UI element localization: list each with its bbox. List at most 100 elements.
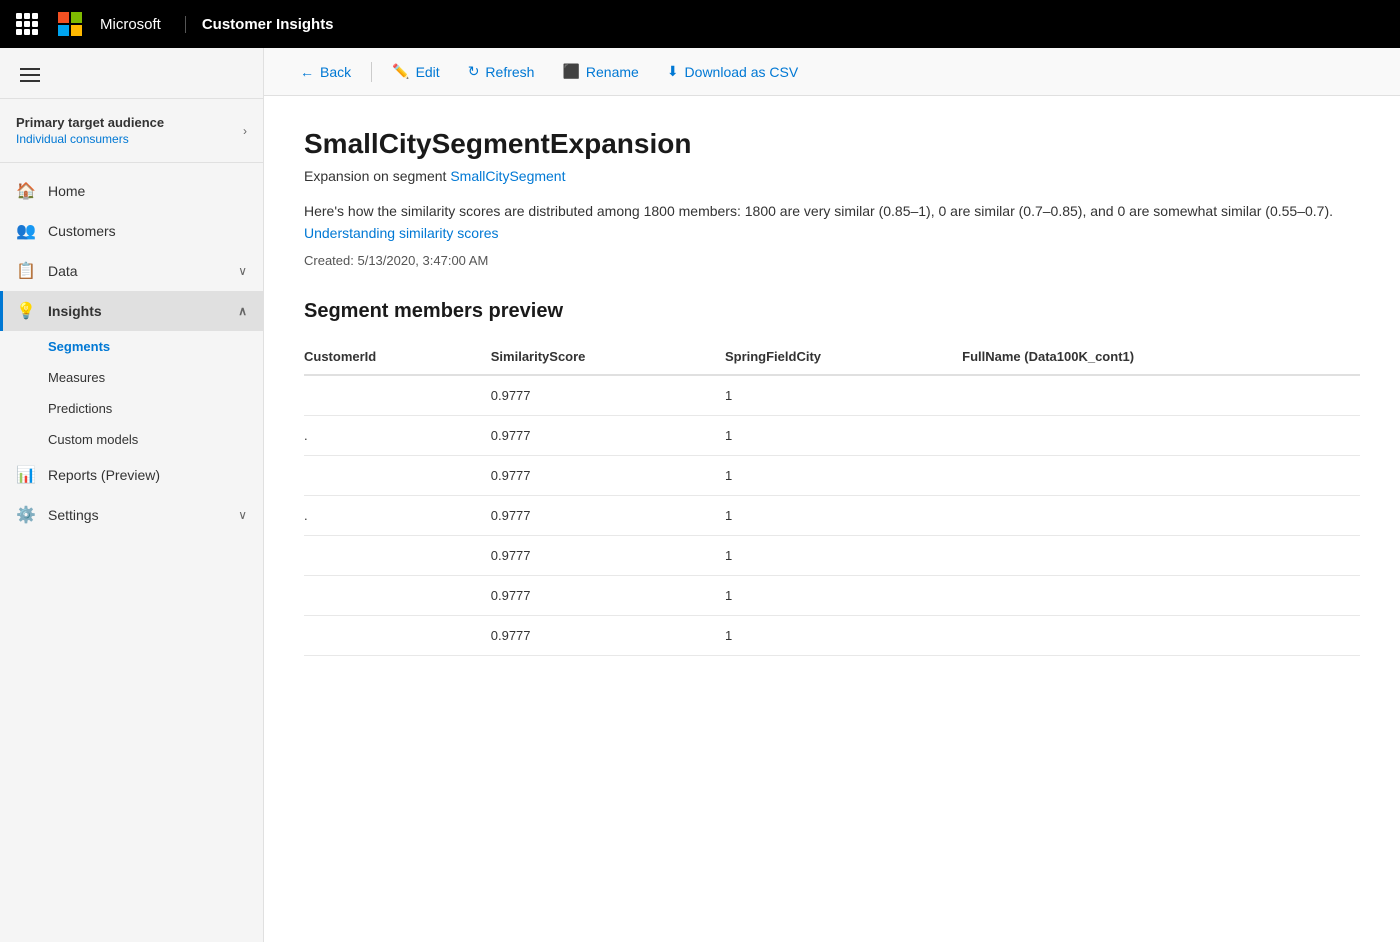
cell-fullname — [962, 535, 1360, 575]
sidebar-item-data-label: Data — [48, 263, 78, 279]
reports-icon: 📊 — [16, 465, 36, 485]
edit-icon: ✏️ — [392, 63, 409, 80]
similarity-scores-link[interactable]: Understanding similarity scores — [304, 225, 499, 241]
table-row: 0.9777 1 — [304, 615, 1360, 655]
members-table: CustomerId SimilarityScore SpringFieldCi… — [304, 339, 1360, 656]
hamburger-menu[interactable] — [16, 64, 247, 86]
refresh-button[interactable]: ↻ Refresh — [456, 57, 547, 86]
audience-section: Primary target audience Individual consu… — [0, 99, 263, 163]
cell-city: 1 — [725, 535, 962, 575]
nav-items: 🏠 Home 👥 Customers 📋 Data ∨ 💡 Insights ∧ — [0, 163, 263, 942]
cell-similarity: 0.9777 — [491, 495, 725, 535]
sidebar-item-predictions-label: Predictions — [48, 401, 112, 416]
refresh-icon: ↻ — [468, 63, 480, 80]
layout: Primary target audience Individual consu… — [0, 48, 1400, 942]
toolbar-separator — [371, 62, 372, 82]
cell-customer-id — [304, 535, 491, 575]
sidebar-item-segments-label: Segments — [48, 339, 110, 354]
sidebar-item-settings[interactable]: ⚙️ Settings ∨ — [0, 495, 263, 535]
cell-city: 1 — [725, 575, 962, 615]
cell-fullname — [962, 455, 1360, 495]
data-chevron-icon: ∨ — [238, 264, 247, 278]
top-nav: Microsoft Customer Insights — [0, 0, 1400, 48]
edit-button[interactable]: ✏️ Edit — [380, 57, 452, 86]
sidebar-item-insights[interactable]: 💡 Insights ∧ — [0, 291, 263, 331]
sidebar-item-reports-label: Reports (Preview) — [48, 467, 160, 483]
col-fullname: FullName (Data100K_cont1) — [962, 339, 1360, 375]
insights-chevron-icon: ∧ — [238, 304, 247, 318]
rename-label: Rename — [586, 64, 639, 80]
sidebar-item-measures-label: Measures — [48, 370, 105, 385]
sidebar-item-measures[interactable]: Measures — [0, 362, 263, 393]
back-button[interactable]: ← Back — [288, 58, 363, 86]
cell-customer-id: . — [304, 415, 491, 455]
cell-fullname — [962, 495, 1360, 535]
preview-title: Segment members preview — [304, 300, 1360, 323]
microsoft-logo — [58, 12, 82, 36]
audience-row[interactable]: Primary target audience Individual consu… — [16, 115, 247, 146]
waffle-icon[interactable] — [16, 13, 38, 35]
audience-chevron-icon: › — [243, 124, 247, 138]
back-label: Back — [320, 64, 351, 80]
content-area: SmallCitySegmentExpansion Expansion on s… — [264, 96, 1400, 942]
table-row: 0.9777 1 — [304, 375, 1360, 416]
sidebar: Primary target audience Individual consu… — [0, 48, 264, 942]
segment-title: SmallCitySegmentExpansion — [304, 128, 1360, 160]
sidebar-item-customers[interactable]: 👥 Customers — [0, 211, 263, 251]
sidebar-item-custom-models[interactable]: Custom models — [0, 424, 263, 455]
cell-similarity: 0.9777 — [491, 375, 725, 416]
download-button[interactable]: ⬇ Download as CSV — [655, 57, 810, 86]
table-row: . 0.9777 1 — [304, 415, 1360, 455]
cell-customer-id — [304, 575, 491, 615]
rename-button[interactable]: ⬛ Rename — [550, 57, 650, 86]
table-row: 0.9777 1 — [304, 535, 1360, 575]
settings-chevron-icon: ∨ — [238, 508, 247, 522]
cell-customer-id — [304, 375, 491, 416]
subtitle-prefix: Expansion on segment — [304, 168, 450, 184]
cell-city: 1 — [725, 415, 962, 455]
cell-similarity: 0.9777 — [491, 535, 725, 575]
refresh-label: Refresh — [485, 64, 534, 80]
sidebar-item-customers-label: Customers — [48, 223, 116, 239]
rename-icon: ⬛ — [562, 63, 579, 80]
table-row: . 0.9777 1 — [304, 495, 1360, 535]
insights-icon: 💡 — [16, 301, 36, 321]
data-icon: 📋 — [16, 261, 36, 281]
col-similarity: SimilarityScore — [491, 339, 725, 375]
brand-name: Microsoft — [100, 16, 161, 33]
cell-similarity: 0.9777 — [491, 575, 725, 615]
cell-customer-id — [304, 455, 491, 495]
main-content: ← Back ✏️ Edit ↻ Refresh ⬛ Rename ⬇ Down… — [264, 48, 1400, 942]
segment-subtitle: Expansion on segment SmallCitySegment — [304, 168, 1360, 184]
table-row: 0.9777 1 — [304, 575, 1360, 615]
sidebar-item-predictions[interactable]: Predictions — [0, 393, 263, 424]
back-icon: ← — [300, 64, 314, 80]
app-name: Customer Insights — [185, 16, 334, 33]
sidebar-item-insights-label: Insights — [48, 303, 102, 319]
audience-label: Primary target audience — [16, 115, 164, 130]
sidebar-item-segments[interactable]: Segments — [0, 331, 263, 362]
subtitle-link[interactable]: SmallCitySegment — [450, 168, 565, 184]
cell-fullname — [962, 375, 1360, 416]
sidebar-item-data[interactable]: 📋 Data ∨ — [0, 251, 263, 291]
table-header-row: CustomerId SimilarityScore SpringFieldCi… — [304, 339, 1360, 375]
cell-city: 1 — [725, 495, 962, 535]
cell-fullname — [962, 615, 1360, 655]
audience-sub: Individual consumers — [16, 132, 164, 146]
table-row: 0.9777 1 — [304, 455, 1360, 495]
cell-similarity: 0.9777 — [491, 415, 725, 455]
cell-customer-id: . — [304, 495, 491, 535]
cell-city: 1 — [725, 375, 962, 416]
cell-similarity: 0.9777 — [491, 615, 725, 655]
home-icon: 🏠 — [16, 181, 36, 201]
sidebar-item-home[interactable]: 🏠 Home — [0, 171, 263, 211]
segment-description: Here's how the similarity scores are dis… — [304, 200, 1360, 245]
download-icon: ⬇ — [667, 63, 679, 80]
download-label: Download as CSV — [685, 64, 799, 80]
sidebar-header — [0, 48, 263, 99]
edit-label: Edit — [416, 64, 440, 80]
sidebar-item-reports[interactable]: 📊 Reports (Preview) — [0, 455, 263, 495]
cell-fullname — [962, 575, 1360, 615]
cell-fullname — [962, 415, 1360, 455]
cell-similarity: 0.9777 — [491, 455, 725, 495]
